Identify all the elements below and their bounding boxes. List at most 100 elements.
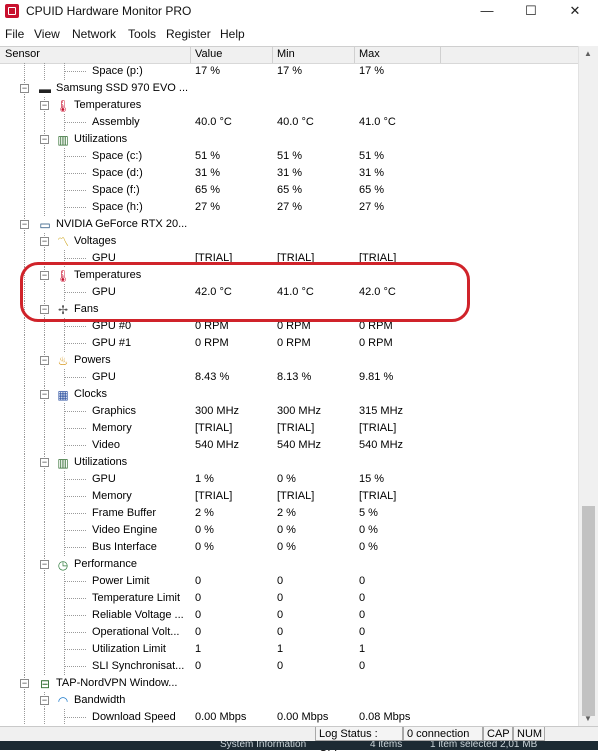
column-divider[interactable] bbox=[190, 47, 191, 63]
collapse-toggle-icon[interactable]: − bbox=[20, 679, 29, 688]
menu-file[interactable]: File bbox=[5, 27, 24, 41]
sensor-value: 42.0 °C bbox=[195, 286, 232, 298]
menu-help[interactable]: Help bbox=[220, 27, 245, 41]
performance-icon: ◷ bbox=[57, 558, 69, 572]
sensor-min: 540 MHz bbox=[277, 439, 322, 451]
sensor-row[interactable]: GPU #0 0 RPM 0 RPM 0 RPM bbox=[0, 318, 578, 335]
sensor-value: 31 % bbox=[195, 167, 221, 179]
tree-line bbox=[24, 131, 25, 148]
sensor-row[interactable]: GPU 42.0 °C 41.0 °C 42.0 °C bbox=[0, 284, 578, 301]
sensor-label: Voltages bbox=[74, 235, 117, 247]
tree-line bbox=[64, 377, 86, 378]
sensor-row[interactable]: Power Limit 0 0 0 bbox=[0, 573, 578, 590]
sensor-row[interactable]: Space (c:) 51 % 51 % 51 % bbox=[0, 148, 578, 165]
minimize-button[interactable]: — bbox=[465, 0, 509, 22]
sensor-row[interactable]: Temperature Limit 0 0 0 bbox=[0, 590, 578, 607]
collapse-toggle-icon[interactable]: − bbox=[40, 696, 49, 705]
menu-register[interactable]: Register bbox=[166, 27, 211, 41]
tree-node[interactable]: − 🌡 Temperatures bbox=[0, 97, 578, 114]
menu-network[interactable]: Network bbox=[72, 27, 116, 41]
tree-node[interactable]: − ▦ Clocks bbox=[0, 386, 578, 403]
collapse-toggle-icon[interactable]: − bbox=[40, 135, 49, 144]
tree-node[interactable]: − 〽 Voltages bbox=[0, 233, 578, 250]
sensor-row[interactable]: Operational Volt... 0 0 0 bbox=[0, 624, 578, 641]
sensor-label: GPU bbox=[92, 286, 116, 298]
sensor-row[interactable]: Download Speed 0.00 Mbps 0.00 Mbps 0.08 Mbp… bbox=[0, 709, 578, 725]
collapse-toggle-icon[interactable]: − bbox=[40, 305, 49, 314]
sensor-max: 0 % bbox=[359, 541, 378, 553]
sensor-row[interactable]: Assembly 40.0 °C 40.0 °C 41.0 °C bbox=[0, 114, 578, 131]
column-sensor[interactable]: Sensor bbox=[5, 48, 40, 60]
sensor-row[interactable]: GPU 8.43 % 8.13 % 9.81 % bbox=[0, 369, 578, 386]
tree-node[interactable]: − ▥ Utilizations bbox=[0, 454, 578, 471]
taskbar: System Information 4 items 1 item select… bbox=[0, 741, 598, 750]
sensor-row[interactable]: GPU 1 % 0 % 15 % bbox=[0, 471, 578, 488]
tree-node[interactable]: − ◷ Performance bbox=[0, 556, 578, 573]
sensor-row[interactable]: Memory [TRIAL] [TRIAL] [TRIAL] bbox=[0, 488, 578, 505]
sensor-max: 5 % bbox=[359, 507, 378, 519]
scroll-up-icon[interactable]: ▲ bbox=[584, 49, 592, 58]
scrollbar-thumb[interactable] bbox=[582, 506, 595, 716]
tree-node[interactable]: − ✢ Fans bbox=[0, 301, 578, 318]
collapse-toggle-icon[interactable]: − bbox=[40, 271, 49, 280]
collapse-toggle-icon[interactable]: − bbox=[40, 237, 49, 246]
taskbar-system-information[interactable]: System Information bbox=[220, 741, 306, 750]
sensor-row[interactable]: Utilization Limit 1 1 1 bbox=[0, 641, 578, 658]
collapse-toggle-icon[interactable]: − bbox=[40, 390, 49, 399]
sensor-tree[interactable]: Space (p:) 17 % 17 % 17 % − ▬ Samsung SSD 970 … bbox=[0, 63, 578, 725]
tree-line bbox=[64, 122, 86, 123]
collapse-toggle-icon[interactable]: − bbox=[40, 356, 49, 365]
tree-node[interactable]: − ⊟ TAP-NordVPN Window... bbox=[0, 675, 578, 692]
column-divider[interactable] bbox=[272, 47, 273, 63]
tree-line bbox=[64, 326, 86, 327]
sensor-row[interactable]: Space (f:) 65 % 65 % 65 % bbox=[0, 182, 578, 199]
tree-line bbox=[64, 496, 86, 497]
tree-node[interactable]: − ▭ NVIDIA GeForce RTX 20... bbox=[0, 216, 578, 233]
sensor-row[interactable]: Memory [TRIAL] [TRIAL] [TRIAL] bbox=[0, 420, 578, 437]
tree-line bbox=[24, 233, 25, 250]
sensor-row[interactable]: Space (d:) 31 % 31 % 31 % bbox=[0, 165, 578, 182]
tree-line bbox=[24, 573, 25, 590]
tree-line bbox=[64, 581, 86, 582]
tree-node[interactable]: − ◠ Bandwidth bbox=[0, 692, 578, 709]
column-max[interactable]: Max bbox=[359, 48, 380, 60]
collapse-toggle-icon[interactable]: − bbox=[40, 101, 49, 110]
tree-node[interactable]: − 🌡 Temperatures bbox=[0, 267, 578, 284]
collapse-toggle-icon[interactable]: − bbox=[40, 560, 49, 569]
column-min[interactable]: Min bbox=[277, 48, 295, 60]
tree-line bbox=[64, 190, 86, 191]
vertical-scrollbar[interactable]: ▲ ▼ bbox=[578, 46, 598, 726]
sensor-row[interactable]: GPU #1 0 RPM 0 RPM 0 RPM bbox=[0, 335, 578, 352]
tree-node[interactable]: − ▥ Utilizations bbox=[0, 131, 578, 148]
sensor-row[interactable]: Video Engine 0 % 0 % 0 % bbox=[0, 522, 578, 539]
sensor-row[interactable]: SLI Synchronisat... 0 0 0 bbox=[0, 658, 578, 675]
close-button[interactable]: ✕ bbox=[553, 0, 597, 22]
collapse-toggle-icon[interactable]: − bbox=[20, 220, 29, 229]
menu-tools[interactable]: Tools bbox=[128, 27, 156, 41]
collapse-toggle-icon[interactable]: − bbox=[20, 84, 29, 93]
maximize-button[interactable]: ☐ bbox=[509, 0, 553, 22]
tree-line bbox=[64, 547, 86, 548]
sensor-row[interactable]: Space (p:) 17 % 17 % 17 % bbox=[0, 63, 578, 80]
sensor-row[interactable]: Graphics 300 MHz 300 MHz 315 MHz bbox=[0, 403, 578, 420]
menu-bar: File View Network Tools Register Help bbox=[0, 22, 598, 44]
column-value[interactable]: Value bbox=[195, 48, 222, 60]
tree-line bbox=[64, 615, 86, 616]
column-divider[interactable] bbox=[440, 47, 441, 63]
tree-line bbox=[24, 97, 25, 114]
sensor-row[interactable]: Video 540 MHz 540 MHz 540 MHz bbox=[0, 437, 578, 454]
collapse-toggle-icon[interactable]: − bbox=[40, 458, 49, 467]
tree-line bbox=[24, 556, 25, 573]
sensor-row[interactable]: Frame Buffer 2 % 2 % 5 % bbox=[0, 505, 578, 522]
column-divider[interactable] bbox=[354, 47, 355, 63]
scroll-down-icon[interactable]: ▼ bbox=[584, 714, 592, 723]
sensor-row[interactable]: Space (h:) 27 % 27 % 27 % bbox=[0, 199, 578, 216]
sensor-row[interactable]: Reliable Voltage ... 0 0 0 bbox=[0, 607, 578, 624]
sensor-row[interactable]: GPU [TRIAL] [TRIAL] [TRIAL] bbox=[0, 250, 578, 267]
tree-line bbox=[64, 428, 86, 429]
tree-node[interactable]: − ▬ Samsung SSD 970 EVO ... bbox=[0, 80, 578, 97]
tree-node[interactable]: − ♨ Powers bbox=[0, 352, 578, 369]
sensor-row[interactable]: Bus Interface 0 % 0 % 0 % bbox=[0, 539, 578, 556]
menu-view[interactable]: View bbox=[34, 27, 60, 41]
app-icon bbox=[5, 4, 19, 18]
